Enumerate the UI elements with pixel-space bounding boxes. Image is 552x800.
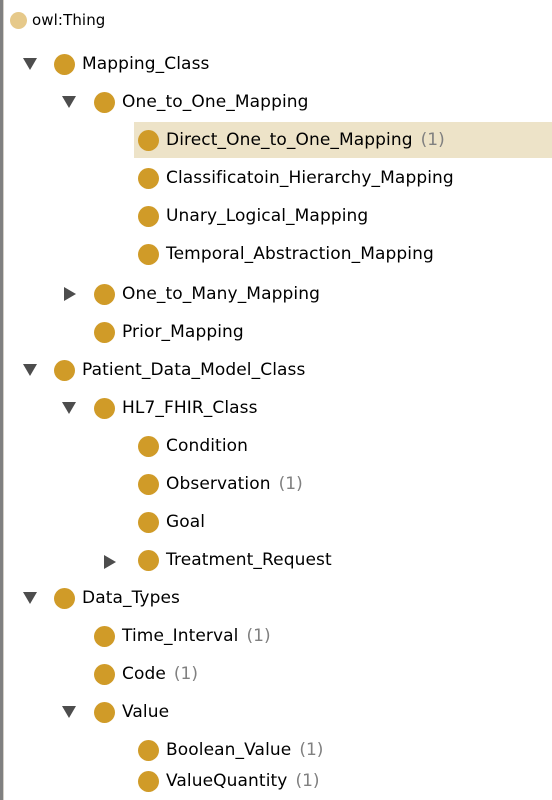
tree-node-label: Condition <box>166 436 249 456</box>
triangle-down-icon[interactable] <box>23 364 37 376</box>
tree-node-label: ValueQuantity <box>166 771 288 791</box>
class-circle-icon <box>94 283 115 305</box>
triangle-right-icon[interactable] <box>104 555 116 569</box>
tree-node-direct-one-to-one-mapping[interactable]: Direct_One_to_One_Mapping (1) <box>134 121 552 159</box>
tree-node-label: Boolean_Value <box>166 740 292 760</box>
tree-node-label: Data_Types <box>82 588 180 608</box>
instance-count: (1) <box>299 740 324 760</box>
triangle-down-icon[interactable] <box>62 96 76 108</box>
triangle-down-icon[interactable] <box>23 58 37 70</box>
class-circle-icon <box>138 473 159 495</box>
tree-node-goal[interactable]: Goal <box>138 503 211 541</box>
tree-node-one-to-many-mapping[interactable]: One_to_Many_Mapping <box>94 275 326 313</box>
instance-count: (1) <box>278 474 303 494</box>
tree-node-condition[interactable]: Condition <box>138 427 254 465</box>
class-circle-icon <box>94 91 115 113</box>
tree-node-classificatoin-hierarchy-mapping[interactable]: Classificatoin_Hierarchy_Mapping <box>138 159 460 197</box>
class-circle-icon <box>54 53 75 75</box>
tree-node-time-interval[interactable]: Time_Interval (1) <box>94 617 277 655</box>
tree-node-owl-thing[interactable]: owl:Thing <box>10 6 111 34</box>
tree-node-label: Treatment_Request <box>166 550 332 570</box>
tree-node-observation[interactable]: Observation (1) <box>138 465 309 503</box>
class-circle-icon <box>138 243 159 265</box>
tree-node-label: One_to_Many_Mapping <box>122 284 320 304</box>
class-circle-icon <box>94 625 115 647</box>
class-circle-icon <box>138 205 159 227</box>
tree-node-label: Patient_Data_Model_Class <box>82 360 306 380</box>
tree-node-label: Direct_One_to_One_Mapping <box>166 130 413 150</box>
tree-node-label: owl:Thing <box>32 11 106 29</box>
class-circle-icon <box>138 511 159 533</box>
tree-node-temporal-abstraction-mapping[interactable]: Temporal_Abstraction_Mapping <box>138 235 440 273</box>
triangle-down-icon[interactable] <box>62 402 76 414</box>
tree-node-label: Prior_Mapping <box>122 322 244 342</box>
class-circle-icon <box>94 663 115 685</box>
tree-node-label: Temporal_Abstraction_Mapping <box>166 244 434 264</box>
tree-node-treatment-request[interactable]: Treatment_Request <box>138 541 338 579</box>
triangle-right-icon[interactable] <box>64 287 76 301</box>
tree-node-mapping-class[interactable]: Mapping_Class <box>54 45 215 83</box>
class-circle-icon <box>54 359 75 381</box>
instance-count: (1) <box>420 130 445 150</box>
tree-node-label: HL7_FHIR_Class <box>122 398 258 418</box>
tree-node-data-types[interactable]: Data_Types <box>54 579 186 617</box>
class-hierarchy-tree: owl:Thing Mapping_Class One_to_One_Mappi… <box>4 0 552 800</box>
tree-node-value[interactable]: Value <box>94 693 175 731</box>
class-circle-icon <box>138 549 159 571</box>
tree-node-label: Mapping_Class <box>82 54 210 74</box>
tree-node-label: Value <box>122 702 170 722</box>
tree-node-prior-mapping[interactable]: Prior_Mapping <box>94 313 250 351</box>
tree-node-label: Code <box>122 664 166 684</box>
tree-node-code[interactable]: Code (1) <box>94 655 204 693</box>
class-circle-icon <box>138 435 159 457</box>
class-circle-icon <box>138 739 159 761</box>
class-circle-icon <box>138 167 159 189</box>
tree-node-label: One_to_One_Mapping <box>122 92 309 112</box>
triangle-down-icon[interactable] <box>62 706 76 718</box>
tree-node-patient-data-model-class[interactable]: Patient_Data_Model_Class <box>54 351 311 389</box>
tree-node-label: Classificatoin_Hierarchy_Mapping <box>166 168 454 188</box>
class-circle-icon <box>54 587 75 609</box>
class-circle-icon <box>94 701 115 723</box>
tree-node-hl7-fhir-class[interactable]: HL7_FHIR_Class <box>94 389 264 427</box>
tree-node-valuequantity[interactable]: ValueQuantity (1) <box>138 762 326 800</box>
tree-node-label: Goal <box>166 512 206 532</box>
tree-node-label: Time_Interval <box>122 626 239 646</box>
instance-count: (1) <box>295 771 320 791</box>
tree-node-label: Unary_Logical_Mapping <box>166 206 369 226</box>
triangle-down-icon[interactable] <box>23 592 37 604</box>
tree-node-unary-logical-mapping[interactable]: Unary_Logical_Mapping <box>138 197 374 235</box>
class-circle-icon <box>138 129 159 151</box>
instance-count: (1) <box>246 626 271 646</box>
class-circle-icon <box>94 321 115 343</box>
thing-circle-icon <box>10 11 27 29</box>
instance-count: (1) <box>173 664 199 684</box>
class-circle-icon <box>138 770 159 792</box>
tree-node-label: Observation <box>166 474 271 494</box>
class-circle-icon <box>94 397 115 419</box>
tree-node-one-to-one-mapping[interactable]: One_to_One_Mapping <box>94 83 315 121</box>
